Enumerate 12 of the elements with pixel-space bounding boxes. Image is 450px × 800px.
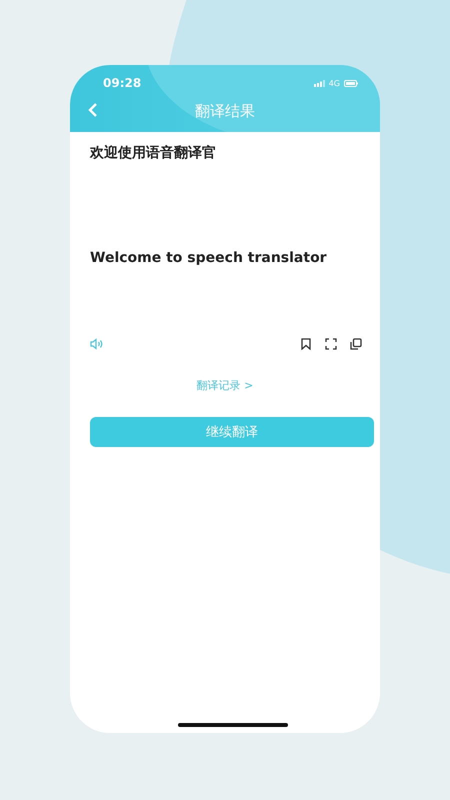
translated-text: Welcome to speech translator	[90, 250, 328, 266]
fullscreen-icon[interactable]	[325, 338, 337, 350]
continue-button[interactable]: 继续翻译	[90, 417, 374, 447]
battery-icon	[344, 80, 358, 86]
source-text: 欢迎使用语音翻译官	[90, 144, 217, 162]
copy-icon[interactable]	[350, 338, 362, 350]
network-label: 4G	[328, 78, 340, 88]
status-time: 09:28	[103, 76, 142, 90]
page-title: 翻译结果	[195, 102, 255, 120]
bookmark-icon[interactable]	[300, 338, 312, 350]
signal-icon	[314, 80, 325, 86]
history-link[interactable]: 翻译记录 >	[196, 378, 254, 393]
